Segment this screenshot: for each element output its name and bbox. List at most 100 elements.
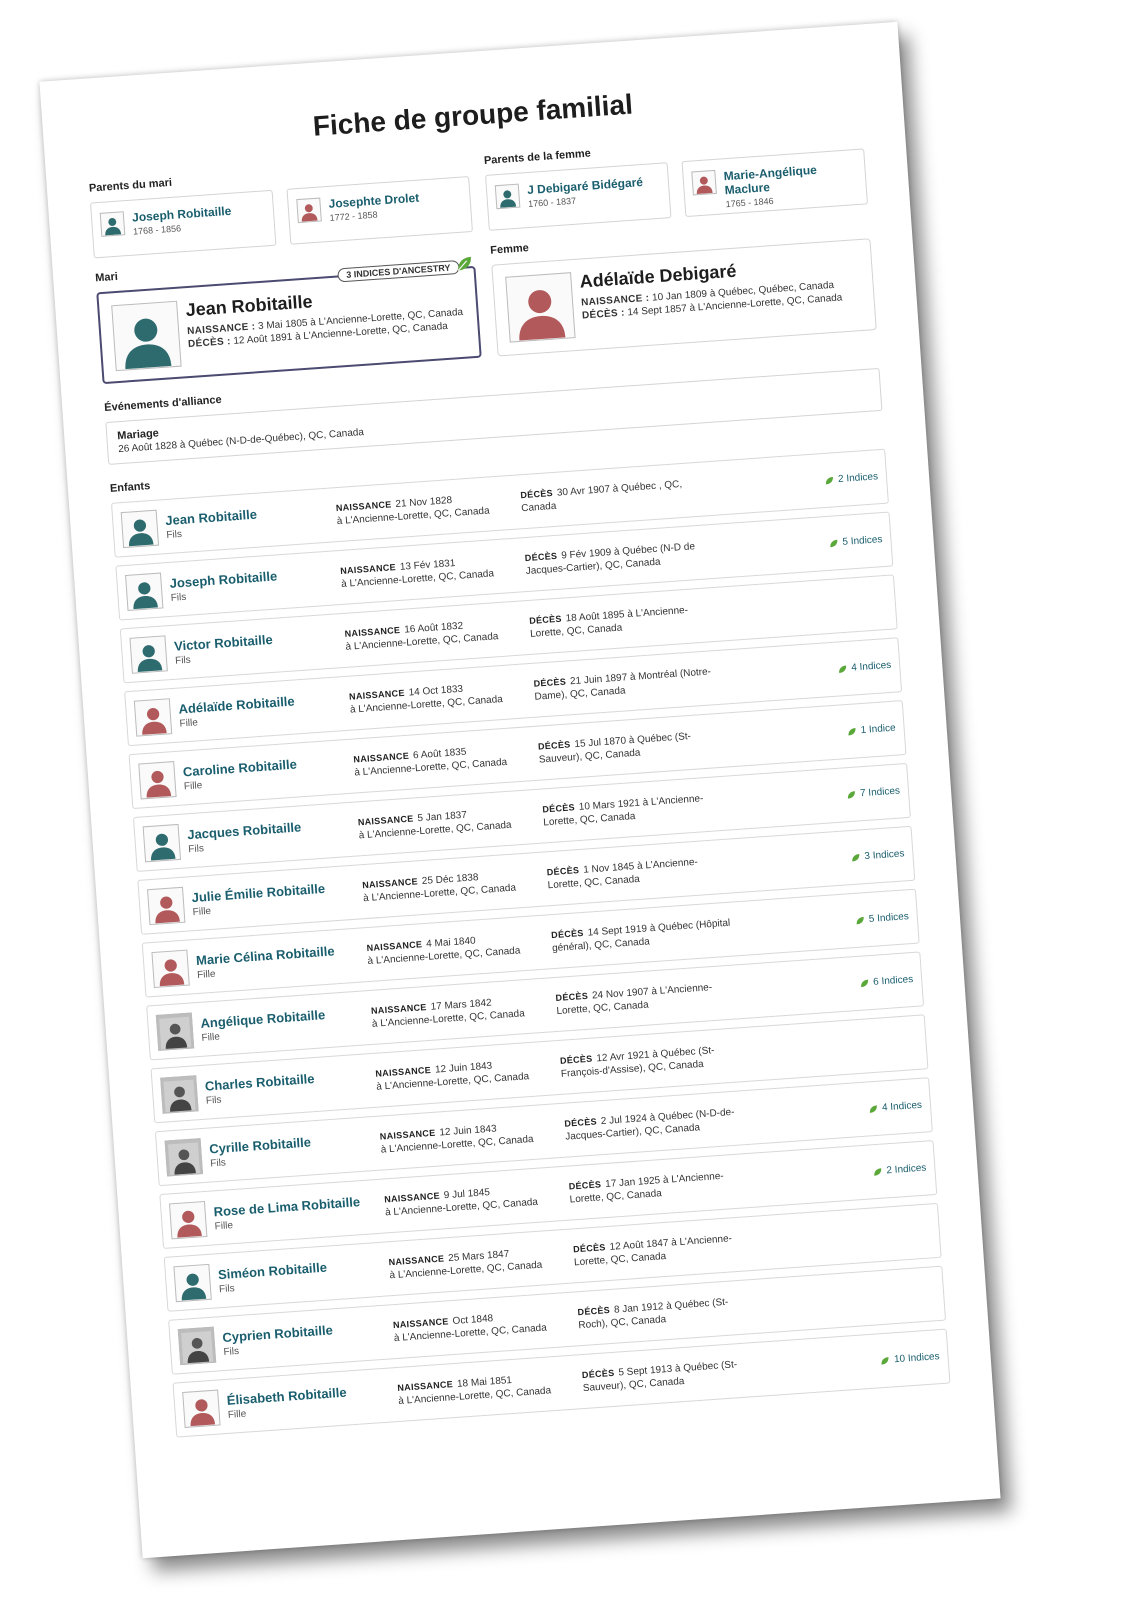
child-identity: Rose de Lima Robitaille Fille <box>168 1188 386 1239</box>
hints-link[interactable]: 5 Indices <box>868 911 909 925</box>
child-hints <box>753 1231 931 1243</box>
child-hints[interactable]: 4 Indices <box>744 1100 922 1123</box>
female-avatar-icon <box>168 1200 208 1239</box>
leaf-icon <box>825 476 833 484</box>
child-identity: Cyprien Robitaille Fils <box>177 1314 395 1365</box>
parent-card-wife-mother[interactable]: Marie-Angélique Maclure 1765 - 1846 <box>681 148 868 218</box>
hints-link[interactable]: 3 Indices <box>864 848 905 862</box>
child-hints <box>740 1042 918 1054</box>
male-avatar-icon <box>99 211 126 237</box>
child-birth: NAISSANCE 12 Juin 1843 à L'Ancienne-Lorett… <box>379 1122 534 1156</box>
leaf-icon <box>848 727 856 735</box>
leaf-icon <box>852 853 860 861</box>
child-death: DÉCÈS 17 Jan 1925 à L'Ancienne-Lorette, Q… <box>568 1170 724 1206</box>
female-avatar-icon <box>138 760 177 799</box>
female-avatar-icon <box>182 1389 221 1428</box>
parent-card-wife-father[interactable]: J Debigaré Bidégaré 1760 - 1837 <box>485 162 672 231</box>
child-birth: NAISSANCE 9 Jul 1845 à L'Ancienne-Lorette,… <box>383 1186 539 1218</box>
leaf-icon <box>881 1356 889 1365</box>
child-birth: NAISSANCE 25 Déc 1838 à L'Ancienne-Lorette… <box>361 871 517 904</box>
child-identity: Victor Robitaille Fils <box>129 622 346 674</box>
male-avatar-icon <box>129 634 168 674</box>
male-avatar-icon <box>494 183 521 210</box>
wife-section: Femme Adélaïde Debigaré NAISSANCE : 10 J… <box>490 218 877 357</box>
husband-card[interactable]: 3 INDICES D'ANCESTRY Jean Robitaille NAI… <box>96 256 482 385</box>
child-hints[interactable]: 2 Indices <box>748 1163 927 1186</box>
child-identity: Charles Robitaille Fils <box>160 1062 377 1114</box>
child-birth: NAISSANCE 18 Mai 1851 à L'Ancienne-Lorette… <box>397 1374 552 1407</box>
hints-link[interactable]: 5 Indices <box>842 534 883 548</box>
child-identity: Adélaïde Robitaille Fille <box>133 685 351 737</box>
child-hints[interactable]: 1 Indice <box>718 723 896 746</box>
child-hints[interactable]: 3 Indices <box>726 848 905 871</box>
child-hints[interactable]: 6 Indices <box>735 974 914 997</box>
photo-thumbnail-icon <box>155 1011 195 1051</box>
child-identity: Julie Émilie Robitaille Fille <box>146 874 364 925</box>
child-death: DÉCÈS 10 Mars 1921 à L'Ancienne-Lorette, … <box>542 792 704 828</box>
female-avatar-icon <box>133 697 173 737</box>
leaf-icon <box>847 790 855 799</box>
leaf-icon <box>839 664 847 673</box>
child-death: DÉCÈS 18 Août 1895 à L'Ancienne-Lorette, … <box>528 604 689 640</box>
child-birth: NAISSANCE 17 Mars 1842 à L'Ancienne-Lorett… <box>370 997 526 1030</box>
female-avatar-icon <box>505 272 576 343</box>
child-birth: NAISSANCE 16 Août 1832 à L'Ancienne-Lorett… <box>344 620 499 653</box>
husband-section: Mari 3 INDICES D'ANCESTRY Jean Robitaill… <box>95 246 482 385</box>
photo-thumbnail-icon <box>177 1326 217 1365</box>
child-death: DÉCÈS 1 Nov 1845 à L'Ancienne-Lorette, QC… <box>546 856 699 891</box>
photo-thumbnail-icon <box>160 1074 199 1114</box>
child-death: DÉCÈS 2 Jul 1924 à Québec (N-D-de-Jacques… <box>564 1106 735 1143</box>
male-avatar-icon <box>125 572 164 611</box>
parent-card-husband-father[interactable]: Joseph Robitaille 1768 - 1856 <box>89 189 277 259</box>
child-death: DÉCÈS 9 Fév 1909 à Québec (N-D de Jacques… <box>524 540 696 577</box>
hints-link[interactable]: 10 Indices <box>894 1351 940 1365</box>
child-birth: NAISSANCE 13 Fév 1831 à L'Ancienne-Lorette… <box>339 557 495 590</box>
male-avatar-icon <box>120 509 160 548</box>
child-birth: NAISSANCE 12 Juin 1843 à L'Ancienne-Lorett… <box>375 1060 530 1093</box>
child-birth: NAISSANCE 6 Août 1835 à L'Ancienne-Lorette… <box>353 746 508 778</box>
hints-link[interactable]: 1 Indice <box>860 723 896 736</box>
child-identity: Cyrille Robitaille Fils <box>164 1125 382 1177</box>
family-group-sheet: Fiche de groupe familial Parents du mari… <box>39 21 1001 1559</box>
child-death: DÉCÈS 14 Sept 1919 à Québec (Hôpital géné… <box>550 917 731 954</box>
child-hints <box>758 1294 936 1306</box>
photo-thumbnail-icon <box>164 1137 203 1177</box>
child-hints[interactable]: 5 Indices <box>731 911 909 934</box>
leaf-icon <box>830 539 838 547</box>
child-death: DÉCÈS 30 Avr 1907 à Québec , QC, Canada <box>520 478 683 514</box>
child-death: DÉCÈS 12 Août 1847 à L'Ancienne-Lorette, … <box>572 1232 733 1268</box>
wife-card[interactable]: Adélaïde Debigaré NAISSANCE : 10 Jan 180… <box>491 238 877 357</box>
child-birth: NAISSANCE Oct 1848 à L'Ancienne-Lorette, Q… <box>392 1312 548 1344</box>
male-avatar-icon <box>173 1263 212 1302</box>
child-hints[interactable]: 7 Indices <box>722 786 900 809</box>
parent-card-husband-mother[interactable]: Josephte Drolet 1772 - 1858 <box>286 176 473 245</box>
child-hints[interactable]: 10 Indices <box>762 1351 940 1374</box>
hints-link[interactable]: 7 Indices <box>860 786 901 800</box>
hints-link[interactable]: 4 Indices <box>882 1100 923 1114</box>
hints-link[interactable]: 2 Indices <box>886 1163 927 1177</box>
child-birth: NAISSANCE 5 Jan 1837 à L'Ancienne-Lorette,… <box>357 809 512 841</box>
child-identity: Jacques Robitaille Fils <box>142 811 360 862</box>
child-identity: Angélique Robitaille Fille <box>155 999 373 1051</box>
child-hints <box>709 602 887 614</box>
wife-parents: Parents de la femme J Debigaré Bidégaré … <box>484 128 868 231</box>
hints-link[interactable]: 4 Indices <box>851 660 892 674</box>
child-death: DÉCÈS 12 Avr 1921 à Québec (St-François-d… <box>559 1044 715 1080</box>
child-hints[interactable]: 2 Indices <box>700 471 878 494</box>
child-death: DÉCÈS 15 Jul 1870 à Québec (St-Sauveur), … <box>537 730 692 766</box>
child-birth: NAISSANCE 14 Oct 1833 à L'Ancienne-Lorette… <box>348 683 504 716</box>
child-death: DÉCÈS 21 Juin 1897 à Montréal (Notre-Dame… <box>533 665 712 703</box>
male-avatar-icon <box>111 300 182 372</box>
leaf-icon <box>869 1104 877 1113</box>
female-avatar-icon <box>146 886 186 925</box>
child-identity: Élisabeth Robitaille Fille <box>182 1377 399 1428</box>
child-hints[interactable]: 5 Indices <box>704 534 883 557</box>
child-death: DÉCÈS 24 Nov 1907 à L'Ancienne-Lorette, Q… <box>555 981 713 1017</box>
child-identity: Jean Robitaille Fils <box>120 497 338 548</box>
leaf-icon <box>861 979 869 987</box>
hints-link[interactable]: 6 Indices <box>873 974 914 988</box>
child-hints[interactable]: 4 Indices <box>713 660 892 683</box>
hints-link[interactable]: 2 Indices <box>838 471 879 485</box>
child-identity: Marie Célina Robitaille Fille <box>151 937 368 988</box>
husband-parents: Parents du mari Joseph Robitaille 1768 -… <box>89 156 473 259</box>
